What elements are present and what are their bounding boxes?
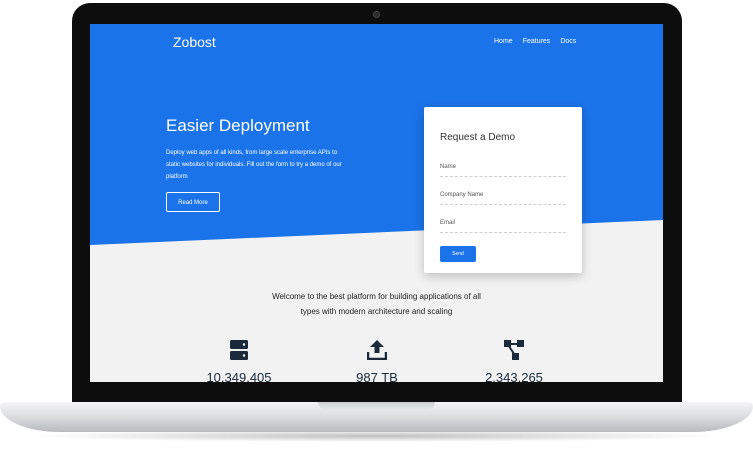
- laptop-notch: [318, 402, 435, 410]
- welcome-text: Welcome to the best platform for buildin…: [90, 289, 663, 319]
- send-button[interactable]: Send: [440, 246, 476, 262]
- nav-docs[interactable]: Docs: [560, 38, 576, 45]
- name-field[interactable]: Name: [440, 164, 566, 177]
- laptop-screen: Zobost Home Features Docs Easier Deploym…: [90, 24, 663, 382]
- stat-value-deployments: 2,343,265: [485, 370, 543, 382]
- email-field[interactable]: Email: [440, 220, 566, 233]
- company-name-field[interactable]: Company Name: [440, 192, 566, 205]
- top-nav: Home Features Docs: [494, 38, 576, 45]
- welcome-line-1: Welcome to the best platform for buildin…: [272, 292, 481, 301]
- upload-icon: [367, 340, 387, 360]
- brand-logo[interactable]: Zobost: [173, 34, 216, 50]
- read-more-button[interactable]: Read More: [166, 192, 220, 212]
- demo-request-card: Request a Demo Name Company Name Email S…: [424, 107, 582, 273]
- hero-title: Easier Deployment: [166, 116, 310, 135]
- server-icon: [230, 340, 248, 360]
- network-icon: [504, 340, 524, 360]
- stat-value-storage: 987 TB: [356, 370, 398, 382]
- webcam-icon: [373, 11, 380, 18]
- nav-features[interactable]: Features: [523, 38, 551, 45]
- demo-card-title: Request a Demo: [440, 132, 516, 143]
- nav-home[interactable]: Home: [494, 38, 513, 45]
- welcome-line-2: types with modern architecture and scali…: [300, 307, 453, 316]
- stat-value-apps: 10,349,405: [206, 370, 272, 382]
- hero-description: Deploy web apps of all kinds, from large…: [166, 150, 342, 180]
